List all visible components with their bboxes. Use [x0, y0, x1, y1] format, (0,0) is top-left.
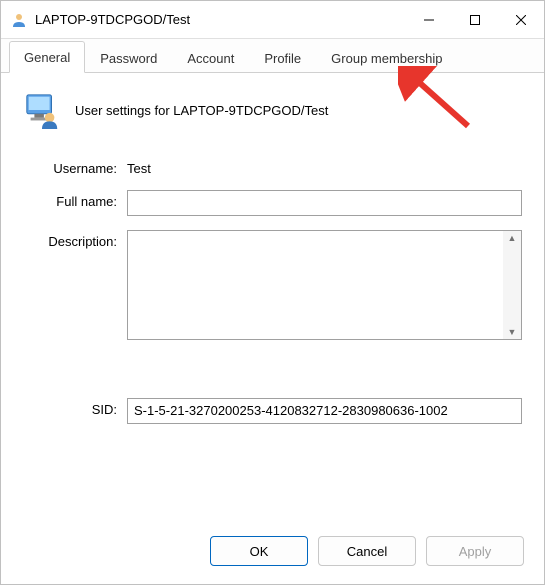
- properties-dialog: LAPTOP-9TDCPGOD/Test General Password Ac…: [0, 0, 545, 585]
- sid-label: SID:: [23, 398, 127, 417]
- tab-account[interactable]: Account: [172, 42, 249, 73]
- ok-button[interactable]: OK: [210, 536, 308, 566]
- tab-general[interactable]: General: [9, 41, 85, 73]
- window-controls: [406, 1, 544, 38]
- window-title: LAPTOP-9TDCPGOD/Test: [35, 12, 406, 27]
- sid-row: SID: S-1-5-21-3270200253-4120832712-2830…: [23, 398, 522, 424]
- close-button[interactable]: [498, 1, 544, 38]
- fullname-row: Full name:: [23, 190, 522, 216]
- description-wrap: ▲ ▼: [127, 230, 522, 340]
- scrollbar[interactable]: ▲ ▼: [503, 231, 521, 339]
- apply-button[interactable]: Apply: [426, 536, 524, 566]
- titlebar: LAPTOP-9TDCPGOD/Test: [1, 1, 544, 39]
- tab-password[interactable]: Password: [85, 42, 172, 73]
- scroll-up-icon: ▲: [508, 233, 517, 243]
- sid-value[interactable]: S-1-5-21-3270200253-4120832712-283098063…: [127, 398, 522, 424]
- dialog-buttons: OK Cancel Apply: [1, 522, 544, 584]
- fullname-label: Full name:: [23, 190, 127, 209]
- fullname-input[interactable]: [127, 190, 522, 216]
- description-row: Description: ▲ ▼: [23, 230, 522, 340]
- tab-group-membership[interactable]: Group membership: [316, 42, 457, 73]
- scroll-down-icon: ▼: [508, 327, 517, 337]
- description-input[interactable]: [128, 231, 503, 339]
- minimize-button[interactable]: [406, 1, 452, 38]
- cancel-button[interactable]: Cancel: [318, 536, 416, 566]
- username-label: Username:: [23, 157, 127, 176]
- user-account-icon: [11, 12, 27, 28]
- maximize-button[interactable]: [452, 1, 498, 38]
- tab-profile[interactable]: Profile: [249, 42, 316, 73]
- description-label: Description:: [23, 230, 127, 249]
- user-settings-icon: [23, 91, 61, 129]
- tab-content-general: User settings for LAPTOP-9TDCPGOD/Test U…: [1, 73, 544, 522]
- dialog-heading: User settings for LAPTOP-9TDCPGOD/Test: [75, 103, 328, 118]
- username-value: Test: [127, 157, 151, 176]
- dialog-header: User settings for LAPTOP-9TDCPGOD/Test: [23, 91, 522, 129]
- username-row: Username: Test: [23, 157, 522, 176]
- tab-strip: General Password Account Profile Group m…: [1, 39, 544, 73]
